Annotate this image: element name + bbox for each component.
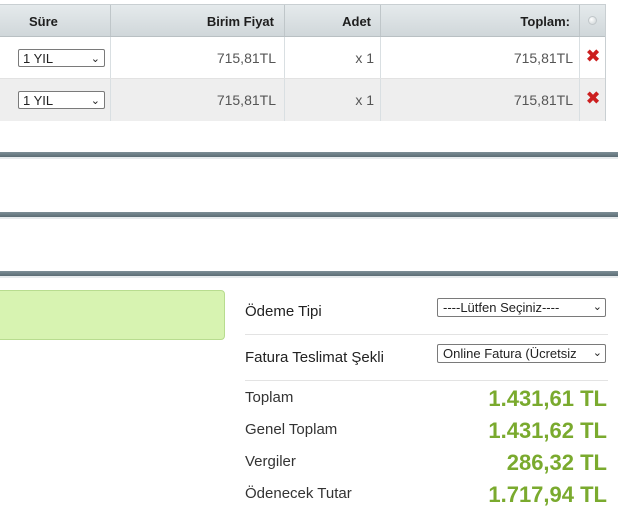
total-cell: 715,81TL [513, 92, 573, 108]
duration-select[interactable]: 1 YIL ⌄ [18, 49, 105, 67]
table-row: 1 YIL ⌄ 715,81TL x 1 715,81TL ✖ [0, 37, 605, 78]
total-cell: 715,81TL [513, 50, 573, 66]
payment-type-select-value: ----Lütfen Seçiniz---- [443, 300, 560, 315]
payment-type-label: Ödeme Tipi [245, 303, 322, 320]
duration-select-value: 1 YIL [23, 93, 54, 108]
unit-price-cell: 715,81TL [216, 50, 276, 66]
cart-table-header: Süre Birim Fiyat Adet Toplam: [0, 5, 605, 37]
cart-table: Süre Birim Fiyat Adet Toplam: 1 YIL ⌄ 71… [0, 4, 606, 121]
divider [245, 380, 608, 381]
divider [245, 334, 608, 335]
invoice-delivery-select-value: Online Fatura (Ücretsiz [443, 346, 577, 361]
duration-select[interactable]: 1 YIL ⌄ [18, 91, 105, 109]
notice-box [0, 290, 225, 340]
invoice-delivery-select[interactable]: Online Fatura (Ücretsiz ⌄ [437, 344, 606, 363]
panel-divider [0, 271, 618, 278]
header-duration: Süre [29, 14, 58, 29]
header-unit-price: Birim Fiyat [206, 14, 274, 29]
grand-total-value: 1.431,62 TL [488, 418, 607, 443]
select-all-radio[interactable] [588, 16, 597, 25]
subtotal-value: 1.431,61 TL [488, 386, 607, 411]
header-quantity: Adet [342, 14, 371, 29]
header-total: Toplam: [520, 14, 570, 29]
grand-total-label: Genel Toplam [245, 421, 338, 438]
quantity-cell: x 1 [355, 92, 374, 108]
panel-divider [0, 212, 618, 219]
payable-value: 1.717,94 TL [488, 482, 607, 507]
taxes-value: 286,32 TL [506, 450, 607, 475]
chevron-down-icon: ⌄ [590, 299, 602, 316]
duration-select-value: 1 YIL [23, 51, 54, 66]
taxes-label: Vergiler [245, 453, 296, 470]
panel-divider [0, 152, 618, 159]
chevron-down-icon: ⌄ [90, 53, 100, 65]
delete-icon[interactable]: ✖ [585, 89, 601, 107]
payable-label: Ödenecek Tutar [245, 485, 352, 502]
chevron-down-icon: ⌄ [590, 345, 602, 362]
unit-price-cell: 715,81TL [216, 92, 276, 108]
table-row: 1 YIL ⌄ 715,81TL x 1 715,81TL ✖ [0, 78, 605, 121]
subtotal-label: Toplam [245, 389, 294, 406]
chevron-down-icon: ⌄ [90, 95, 100, 107]
invoice-delivery-label: Fatura Teslimat Şekli [245, 349, 384, 366]
quantity-cell: x 1 [355, 50, 374, 66]
delete-icon[interactable]: ✖ [585, 47, 601, 65]
payment-type-select[interactable]: ----Lütfen Seçiniz---- ⌄ [437, 298, 606, 317]
